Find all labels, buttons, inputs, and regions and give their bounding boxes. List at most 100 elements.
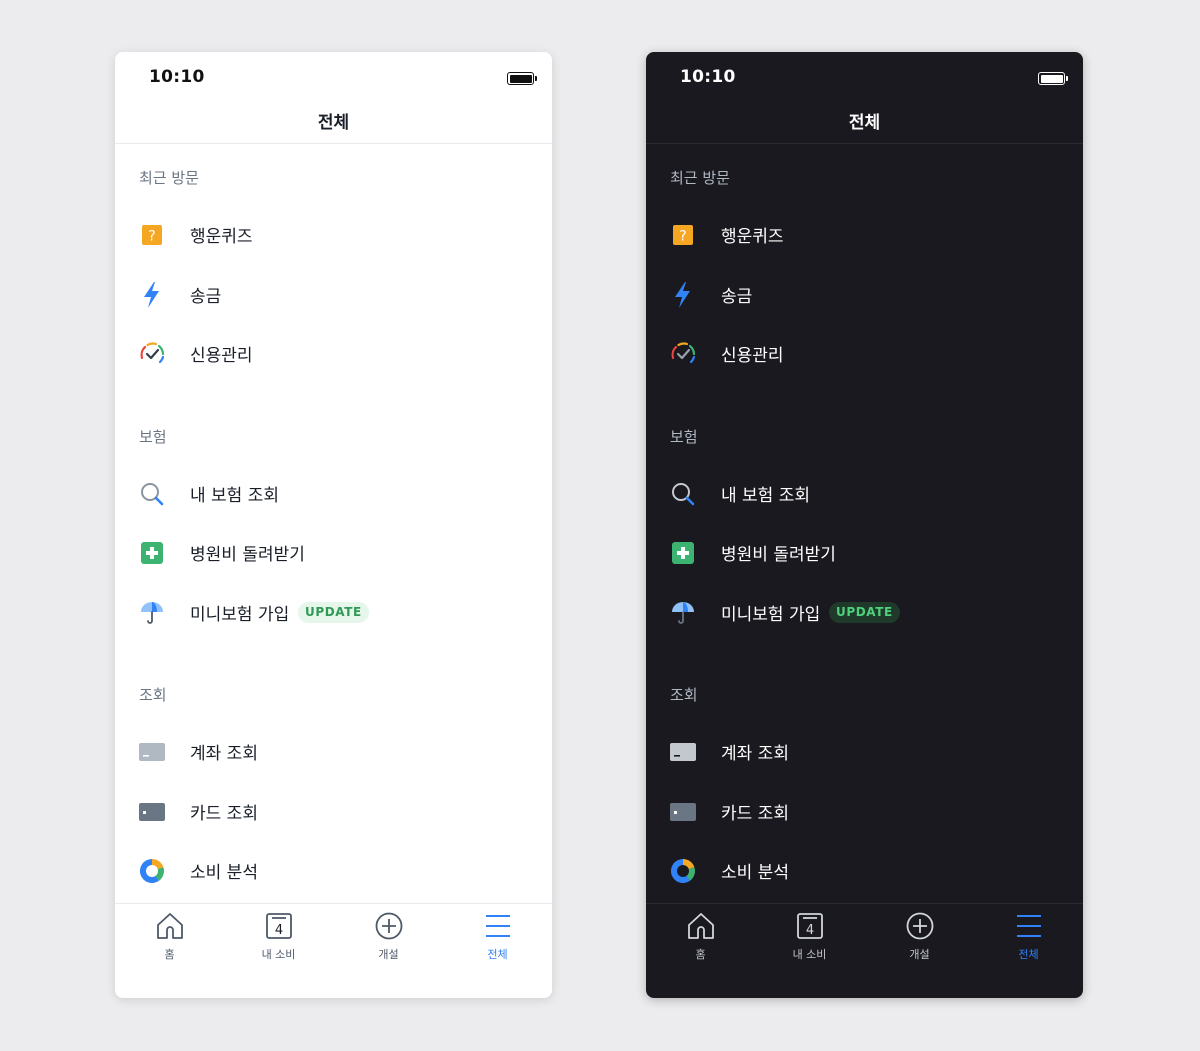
tab-open-account[interactable]: 개설 bbox=[865, 904, 974, 998]
tab-label: 내 소비 bbox=[792, 948, 827, 961]
tab-open-account[interactable]: 개설 bbox=[334, 904, 443, 998]
menu-item-label: 소비 분석 bbox=[721, 863, 789, 883]
tab-all[interactable]: 전체 bbox=[443, 904, 552, 998]
tab-my-spending[interactable]: 4 내 소비 bbox=[224, 904, 333, 998]
menu-item-mini-insurance[interactable]: 미니보험 가입 UPDATE bbox=[646, 587, 1083, 637]
menu-item-label: 신용관리 bbox=[190, 346, 253, 366]
menu-item-my-insurance[interactable]: 내 보험 조회 bbox=[646, 468, 1083, 518]
lightning-icon bbox=[668, 280, 698, 310]
menu-item-credit-management[interactable]: 신용관리 bbox=[646, 328, 1083, 378]
quiz-icon: ? bbox=[668, 220, 698, 250]
tab-label: 내 소비 bbox=[261, 948, 296, 961]
menu-item-transfer[interactable]: 송금 bbox=[646, 269, 1083, 319]
tab-label: 개설 bbox=[909, 948, 930, 961]
umbrella-icon bbox=[668, 598, 698, 628]
menu-item-hospital-refund[interactable]: 병원비 돌려받기 bbox=[646, 527, 1083, 577]
menu-item-label: 카드 조회 bbox=[190, 804, 258, 824]
section-title-insurance: 보험 bbox=[670, 428, 698, 446]
search-icon bbox=[137, 479, 167, 509]
menu-item-account-inquiry[interactable]: 계좌 조회 bbox=[646, 726, 1083, 776]
menu-item-label: 행운퀴즈 bbox=[721, 227, 784, 247]
menu-item-label: 병원비 돌려받기 bbox=[721, 545, 836, 565]
credit-check-icon bbox=[137, 339, 167, 369]
search-icon bbox=[668, 479, 698, 509]
credit-card-icon bbox=[137, 797, 167, 827]
quiz-icon: ? bbox=[137, 220, 167, 250]
donut-chart-icon bbox=[668, 856, 698, 886]
menu-icon bbox=[1016, 915, 1041, 937]
account-card-icon bbox=[668, 737, 698, 767]
menu-item-card-inquiry[interactable]: 카드 조회 bbox=[646, 786, 1083, 836]
menu-item-spending-analysis[interactable]: 소비 분석 bbox=[115, 845, 552, 895]
menu-item-transfer[interactable]: 송금 bbox=[115, 269, 552, 319]
section-title-recent: 최근 방문 bbox=[139, 169, 199, 187]
tab-home[interactable]: 홈 bbox=[115, 904, 224, 998]
menu-item-label: 카드 조회 bbox=[721, 804, 789, 824]
donut-chart-icon bbox=[137, 856, 167, 886]
section-title-recent: 최근 방문 bbox=[670, 169, 730, 187]
medical-cross-icon bbox=[137, 538, 167, 568]
menu-item-lucky-quiz[interactable]: ? 행운퀴즈 bbox=[115, 209, 552, 259]
section-title-inquiry: 조회 bbox=[139, 686, 167, 704]
menu-item-my-insurance[interactable]: 내 보험 조회 bbox=[115, 468, 552, 518]
plus-circle-icon bbox=[906, 912, 933, 940]
tab-label: 홈 bbox=[164, 948, 175, 961]
svg-text:?: ? bbox=[148, 229, 155, 245]
tab-my-spending[interactable]: 4 내 소비 bbox=[755, 904, 864, 998]
lightning-icon bbox=[137, 280, 167, 310]
menu-item-label: 소비 분석 bbox=[190, 863, 258, 883]
dark-theme-screen: 10:10 전체 최근 방문 ? 행운퀴즈 송금 신용관리 보험 내 보험 조회… bbox=[646, 52, 1083, 998]
menu-item-label: 미니보험 가입 bbox=[721, 605, 821, 625]
calendar-icon: 4 bbox=[265, 913, 292, 939]
page-title: 전체 bbox=[317, 113, 350, 133]
menu-item-label: 내 보험 조회 bbox=[721, 486, 811, 506]
menu-item-label: 송금 bbox=[190, 287, 222, 307]
menu-item-account-inquiry[interactable]: 계좌 조회 bbox=[115, 726, 552, 776]
menu-item-label: 송금 bbox=[721, 287, 753, 307]
tab-label: 전체 bbox=[487, 948, 508, 961]
credit-card-icon bbox=[668, 797, 698, 827]
update-badge: UPDATE bbox=[298, 602, 369, 623]
svg-text:?: ? bbox=[679, 229, 686, 245]
header-divider bbox=[115, 143, 552, 144]
light-theme-screen: 10:10 전체 최근 방문 ? 행운퀴즈 송금 신용관리 보험 내 보험 조회… bbox=[115, 52, 552, 998]
tab-label: 전체 bbox=[1018, 948, 1039, 961]
tab-label: 홈 bbox=[695, 948, 706, 961]
tab-home[interactable]: 홈 bbox=[646, 904, 755, 998]
calendar-date: 4 bbox=[805, 923, 813, 938]
status-time: 10:10 bbox=[149, 67, 205, 87]
status-time: 10:10 bbox=[680, 67, 736, 87]
umbrella-icon bbox=[137, 598, 167, 628]
calendar-date: 4 bbox=[274, 923, 282, 938]
update-badge: UPDATE bbox=[829, 602, 900, 623]
menu-item-credit-management[interactable]: 신용관리 bbox=[115, 328, 552, 378]
home-icon bbox=[156, 913, 183, 939]
medical-cross-icon bbox=[668, 538, 698, 568]
menu-item-label: 신용관리 bbox=[721, 346, 784, 366]
menu-icon bbox=[485, 915, 510, 937]
tab-label: 개설 bbox=[378, 948, 399, 961]
home-icon bbox=[687, 913, 714, 939]
menu-item-label: 미니보험 가입 bbox=[190, 605, 290, 625]
menu-item-mini-insurance[interactable]: 미니보험 가입 UPDATE bbox=[115, 587, 552, 637]
battery-icon bbox=[1038, 72, 1068, 85]
account-card-icon bbox=[137, 737, 167, 767]
menu-item-label: 계좌 조회 bbox=[721, 744, 789, 764]
menu-item-spending-analysis[interactable]: 소비 분석 bbox=[646, 845, 1083, 895]
menu-item-label: 계좌 조회 bbox=[190, 744, 258, 764]
header-divider bbox=[646, 143, 1083, 144]
credit-check-icon bbox=[668, 339, 698, 369]
menu-item-label: 내 보험 조회 bbox=[190, 486, 280, 506]
menu-item-lucky-quiz[interactable]: ? 행운퀴즈 bbox=[646, 209, 1083, 259]
battery-icon bbox=[507, 72, 537, 85]
section-title-insurance: 보험 bbox=[139, 428, 167, 446]
menu-item-label: 행운퀴즈 bbox=[190, 227, 253, 247]
section-title-inquiry: 조회 bbox=[670, 686, 698, 704]
plus-circle-icon bbox=[375, 912, 402, 940]
calendar-icon: 4 bbox=[796, 913, 823, 939]
tab-all[interactable]: 전체 bbox=[974, 904, 1083, 998]
menu-item-label: 병원비 돌려받기 bbox=[190, 545, 305, 565]
page-title: 전체 bbox=[848, 113, 881, 133]
menu-item-card-inquiry[interactable]: 카드 조회 bbox=[115, 786, 552, 836]
menu-item-hospital-refund[interactable]: 병원비 돌려받기 bbox=[115, 527, 552, 577]
